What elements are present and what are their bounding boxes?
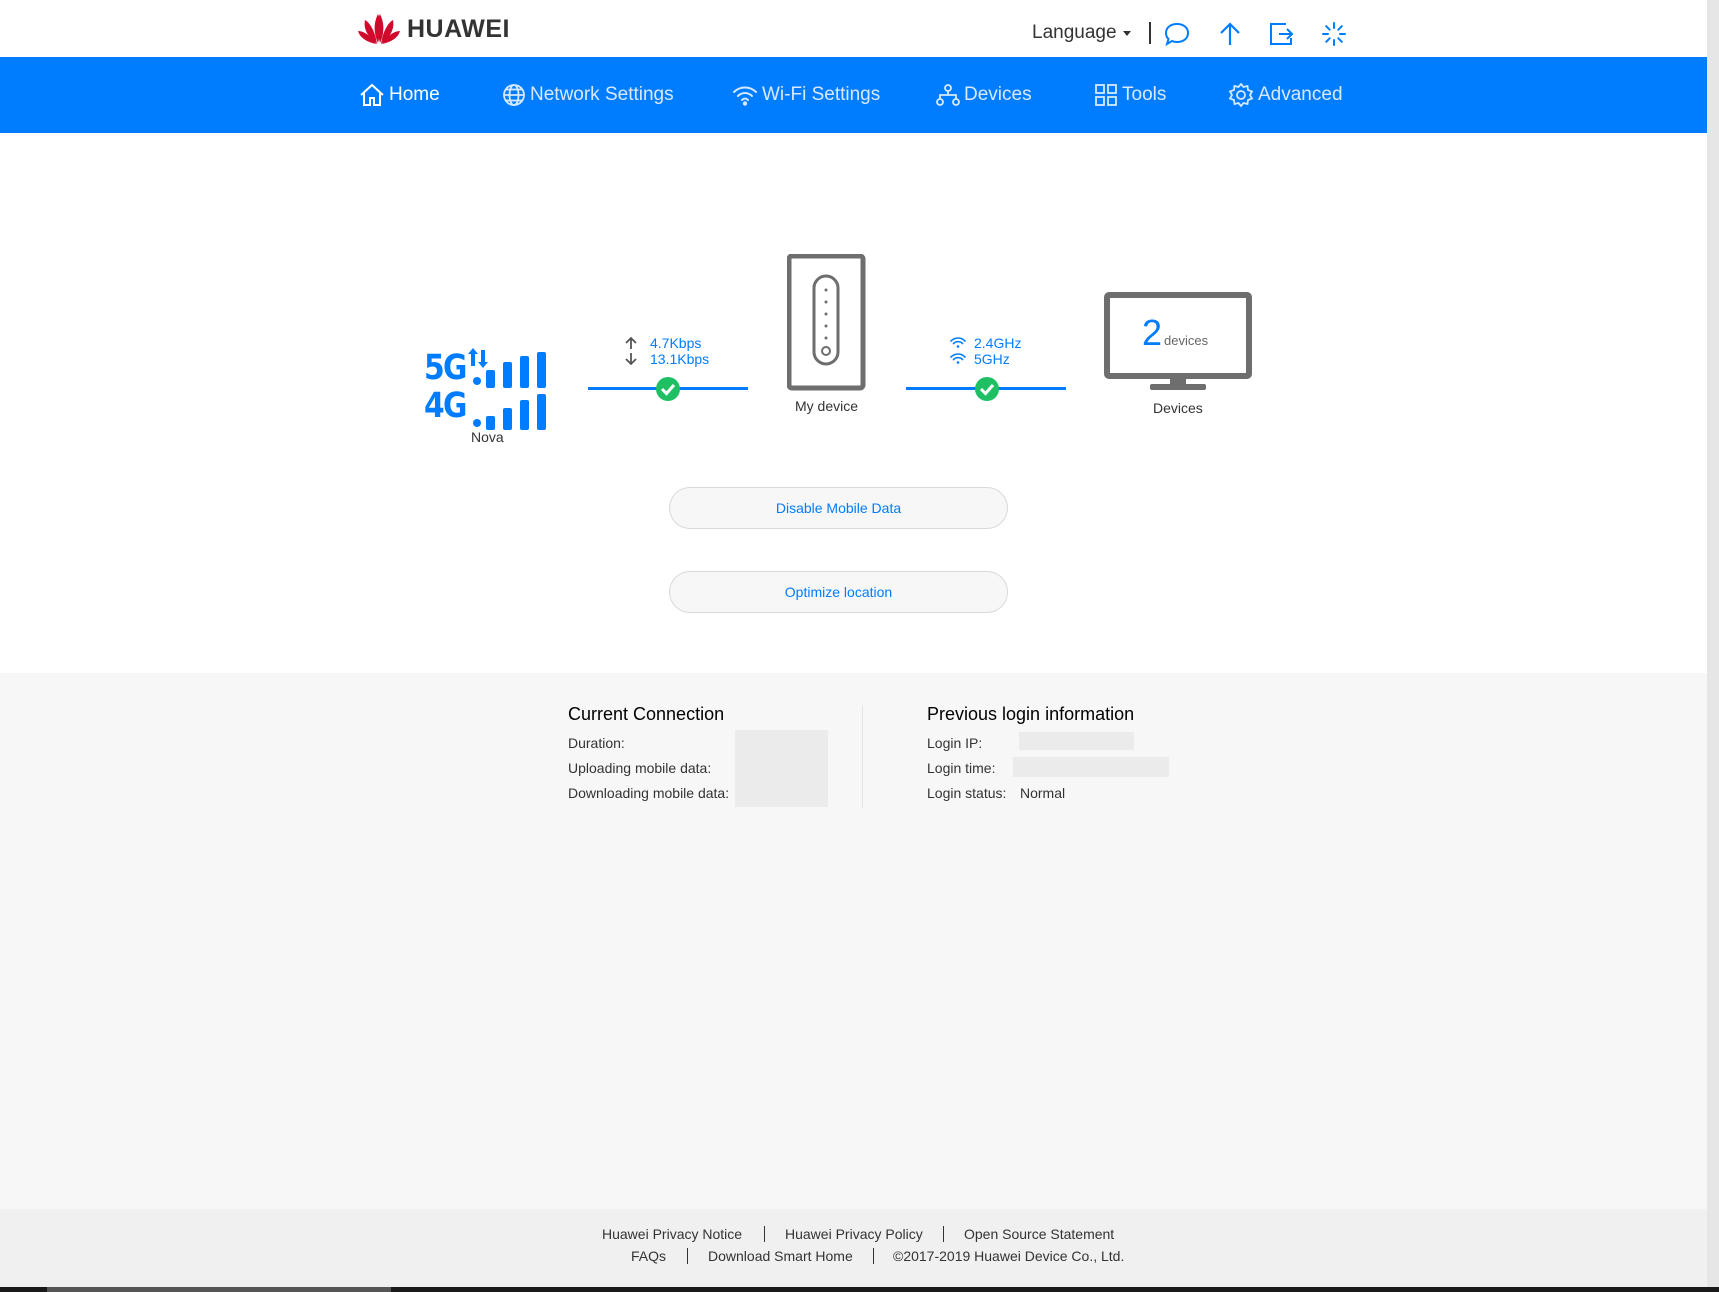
wan-connected-check-icon [656,377,680,401]
nav-home[interactable]: Home [359,57,440,133]
arrow-down-icon [625,353,637,366]
footer-separator [873,1248,874,1264]
nav-network-settings-label: Network Settings [530,84,674,105]
wifi-icon [733,86,757,106]
wifi-band-5: 5GHz [974,351,1010,367]
nav-wifi-settings-label: Wi-Fi Settings [762,84,881,105]
loading-icon[interactable] [1320,20,1348,48]
nav-tools[interactable]: Tools [1094,57,1166,133]
language-selector[interactable]: Language [1032,22,1131,44]
huawei-logo[interactable]: HUAWEI [357,12,510,46]
connected-devices[interactable]: 2 devices [1104,292,1252,392]
wifi-24-icon [950,337,966,348]
huawei-flower-icon [358,14,400,44]
footer-separator [943,1226,944,1242]
info-divider [862,705,863,808]
devices-label: Devices [1153,400,1203,416]
header-divider [1149,22,1151,44]
download-smart-home-link[interactable]: Download Smart Home [708,1248,853,1264]
footer-separator [764,1226,765,1242]
footer: Huawei Privacy Notice Huawei Privacy Pol… [0,1209,1707,1287]
previous-login-title: Previous login information [927,704,1135,724]
privacy-notice-link[interactable]: Huawei Privacy Notice [602,1226,742,1242]
login-status-value: Normal [1020,785,1066,801]
language-label: Language [1032,22,1117,43]
privacy-policy-link[interactable]: Huawei Privacy Policy [785,1226,923,1242]
nav-network-settings[interactable]: Network Settings [502,57,674,133]
wifi-5-icon [950,353,966,364]
duration-label: Duration: [568,735,625,751]
scrollbar-thumb[interactable] [47,1287,391,1292]
network-4g-label: 4G [424,386,467,426]
my-device-label: My device [795,398,859,414]
top-bar: HUAWEI Language [0,0,1719,57]
device-count-unit: devices [1164,333,1209,348]
signal-bars-4g-icon [473,394,546,430]
copyright: ©2017-2019 Huawei Device Co., Ltd. [893,1248,1125,1264]
info-section: Current Connection Duration: Uploading m… [0,673,1707,1209]
footer-separator [687,1248,688,1264]
network-5g-label: 5G [424,348,467,388]
page-scroll-gutter [1707,0,1719,1292]
current-connection-title: Current Connection [568,704,725,724]
nav-devices-label: Devices [964,84,1032,105]
status-panel: 5G 4G Nova 4.7Kbps 13.1Kbps My device 2.… [0,133,1707,673]
nav-tools-label: Tools [1122,84,1167,105]
nav-advanced-label: Advanced [1258,84,1343,105]
router-device[interactable] [786,253,867,392]
signal-bars-5g-icon [473,352,546,388]
open-source-link[interactable]: Open Source Statement [964,1226,1114,1242]
wifi-band-24: 2.4GHz [974,335,1022,351]
router-icon [786,253,866,391]
login-status-label: Login status: [927,785,1007,801]
faqs-link[interactable]: FAQs [631,1248,666,1264]
arrow-up-icon [625,336,637,349]
optimize-location-button[interactable]: Optimize location [669,571,1008,613]
home-icon [360,83,384,106]
caret-down-icon [1122,30,1131,36]
download-rate: 13.1Kbps [650,351,710,367]
upload-rate: 4.7Kbps [650,335,702,351]
nav-devices[interactable]: Devices [936,57,1032,133]
brand-name: HUAWEI [407,14,510,43]
logout-icon[interactable] [1267,20,1295,48]
device-count: 2 [1142,312,1163,353]
globe-icon [503,84,525,106]
upload-icon[interactable] [1216,20,1244,48]
connection-values-redacted [735,730,828,807]
nav-wifi-settings[interactable]: Wi-Fi Settings [732,57,880,133]
nav-home-label: Home [389,84,440,105]
carrier-name: Nova [471,429,504,445]
disable-mobile-data-button[interactable]: Disable Mobile Data [669,487,1008,529]
nav-advanced[interactable]: Advanced [1228,57,1343,133]
login-ip-redacted [1019,732,1134,750]
downloading-label: Downloading mobile data: [568,785,730,801]
login-ip-label: Login IP: [927,735,983,751]
wifi-connected-check-icon [975,377,999,401]
login-time-label: Login time: [927,760,996,776]
horizontal-scrollbar[interactable] [0,1287,1719,1292]
network-signal[interactable]: 5G 4G [424,348,550,430]
main-nav: Home Network Settings Wi-Fi Settings Dev… [0,57,1719,133]
login-time-redacted [1013,757,1169,777]
gear-icon [1228,82,1254,108]
tools-icon [1095,84,1117,106]
message-icon[interactable] [1163,20,1191,48]
devices-icon [936,84,960,106]
uploading-label: Uploading mobile data: [568,760,712,776]
